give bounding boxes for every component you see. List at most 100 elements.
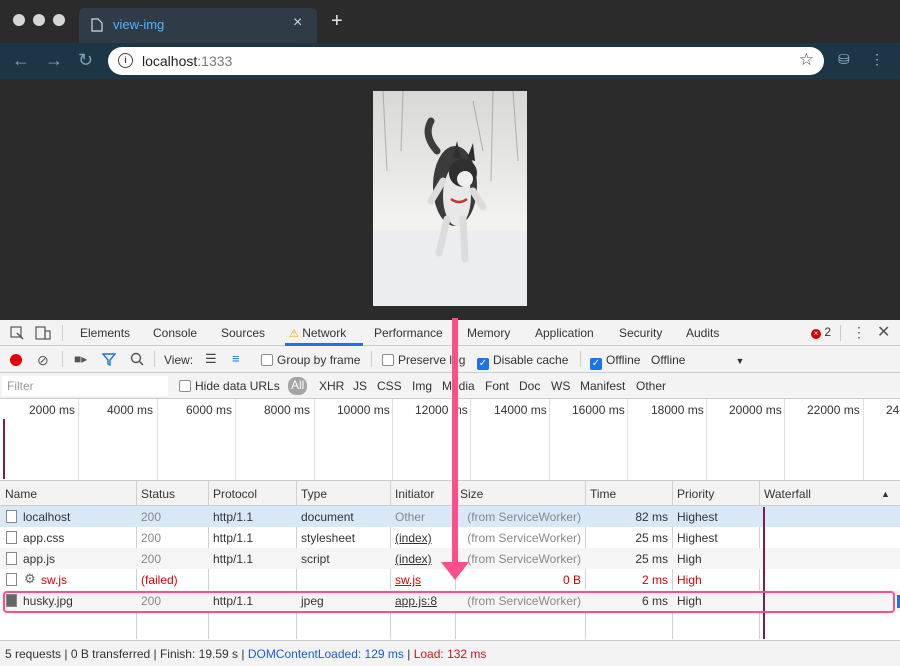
incognito-icon[interactable]: ⛁ xyxy=(838,51,850,68)
browser-tab[interactable]: view-img × xyxy=(79,8,317,43)
address-bar[interactable]: i localhost:1333 ☆ xyxy=(108,47,824,75)
column-header-size[interactable]: Size xyxy=(460,487,483,501)
request-initiator[interactable]: sw.js xyxy=(395,573,421,587)
filter-input[interactable]: Filter xyxy=(2,376,168,396)
tab-console[interactable]: Console xyxy=(153,326,197,340)
checkbox[interactable] xyxy=(261,354,273,366)
back-arrow-icon[interactable]: ← xyxy=(12,50,30,71)
grid-line xyxy=(235,399,236,480)
request-type: script xyxy=(301,552,330,566)
column-header-initiator[interactable]: Initiator xyxy=(395,487,434,501)
record-button[interactable] xyxy=(10,354,22,366)
document-icon xyxy=(6,573,17,586)
request-time: 25 ms xyxy=(635,531,668,545)
overview-waterfall-icon[interactable]: ≡ xyxy=(232,351,240,366)
tab-sources[interactable]: Sources xyxy=(221,326,265,340)
request-name: app.css xyxy=(23,531,65,545)
checkbox[interactable] xyxy=(382,354,394,366)
tab-memory[interactable]: Memory xyxy=(467,326,510,340)
request-status: 200 xyxy=(141,531,162,545)
column-header-priority[interactable]: Priority xyxy=(677,487,714,501)
request-name: app.js xyxy=(23,552,56,566)
new-tab-button[interactable]: + xyxy=(331,10,343,33)
request-initiator[interactable]: (index) xyxy=(395,531,432,545)
throttling-select[interactable]: Offline ▼ xyxy=(651,353,744,367)
close-devtools-icon[interactable]: ✕ xyxy=(877,322,890,342)
table-row-empty xyxy=(0,611,900,632)
filter-type-ws[interactable]: WS xyxy=(551,379,570,393)
table-row[interactable]: app.css 200 http/1.1 stylesheet (index) … xyxy=(0,527,900,548)
tab-audits[interactable]: Audits xyxy=(686,326,719,340)
request-size: (from ServiceWorker) xyxy=(467,510,581,524)
close-window-button[interactable] xyxy=(13,14,25,26)
error-counter[interactable]: × 2 xyxy=(811,325,831,339)
reload-icon[interactable]: ↻ xyxy=(78,50,93,71)
timeline-tick: 12000 ms xyxy=(415,403,468,417)
preserve-log-checkbox[interactable]: Preserve log xyxy=(382,353,465,367)
column-header-waterfall[interactable]: Waterfall xyxy=(764,487,811,501)
filter-type-all[interactable]: All xyxy=(288,377,308,395)
more-options-icon[interactable]: ⋮ xyxy=(852,324,866,341)
checkbox-checked[interactable]: ✓ xyxy=(590,358,602,370)
column-header-protocol[interactable]: Protocol xyxy=(213,487,257,501)
request-size: (from ServiceWorker) xyxy=(467,552,581,566)
bookmark-star-icon[interactable]: ☆ xyxy=(799,50,814,70)
search-icon[interactable] xyxy=(130,352,144,366)
dropdown-arrow-icon: ▼ xyxy=(735,356,745,366)
tab-application[interactable]: Application xyxy=(535,326,594,340)
tab-security[interactable]: Security xyxy=(619,326,662,340)
screenshot-camera-icon[interactable]: ■▸ xyxy=(74,352,87,366)
sort-ascending-icon[interactable]: ▲ xyxy=(881,489,890,499)
grid-line xyxy=(863,399,864,480)
inspect-element-icon[interactable] xyxy=(10,326,24,340)
menu-dots-icon[interactable]: ⋮ xyxy=(870,51,884,68)
table-row[interactable]: ⚙ sw.js (failed) sw.js 0 B 2 ms High xyxy=(0,569,900,590)
group-by-frame-checkbox[interactable]: Group by frame xyxy=(261,353,360,367)
column-header-time[interactable]: Time xyxy=(590,487,616,501)
minimize-window-button[interactable] xyxy=(33,14,45,26)
checkbox-checked[interactable]: ✓ xyxy=(477,358,489,370)
network-overview[interactable]: 2000 ms 4000 ms 6000 ms 8000 ms 10000 ms… xyxy=(0,399,900,481)
column-header-name[interactable]: Name xyxy=(5,487,37,501)
column-header-type[interactable]: Type xyxy=(301,487,327,501)
tab-performance[interactable]: Performance xyxy=(374,326,443,340)
document-icon xyxy=(6,552,17,565)
request-initiator[interactable]: (index) xyxy=(395,552,432,566)
filter-icon[interactable] xyxy=(102,353,116,366)
column-header-status[interactable]: Status xyxy=(141,487,175,501)
table-row[interactable]: localhost 200 http/1.1 document Other (f… xyxy=(0,506,900,527)
request-protocol: http/1.1 xyxy=(213,552,254,566)
table-row[interactable]: app.js 200 http/1.1 script (index) (from… xyxy=(0,548,900,569)
filter-type-other[interactable]: Other xyxy=(636,379,666,393)
tab-close-icon[interactable]: × xyxy=(293,14,302,32)
filter-type-manifest[interactable]: Manifest xyxy=(580,379,625,393)
request-status: (failed) xyxy=(141,573,178,587)
request-priority: Highest xyxy=(677,510,718,524)
info-icon[interactable]: i xyxy=(118,53,133,68)
disable-cache-checkbox[interactable]: ✓ Disable cache xyxy=(477,353,568,370)
device-toolbar-icon[interactable] xyxy=(35,325,51,341)
offline-checkbox[interactable]: ✓ Offline xyxy=(590,353,640,370)
network-summary-bar: 5 requests | 0 B transferred | Finish: 1… xyxy=(0,640,900,666)
filter-type-xhr[interactable]: XHR xyxy=(319,379,344,393)
filter-type-media[interactable]: Media xyxy=(442,379,475,393)
hide-data-urls-checkbox[interactable]: Hide data URLs xyxy=(179,379,280,393)
requests-table-header: Name Status Protocol Type Initiator Size… xyxy=(0,481,900,506)
clear-icon[interactable]: ⊘ xyxy=(37,352,49,369)
filter-type-img[interactable]: Img xyxy=(412,379,432,393)
filter-type-css[interactable]: CSS xyxy=(377,379,402,393)
request-time: 82 ms xyxy=(635,510,668,524)
forward-arrow-icon[interactable]: → xyxy=(45,50,63,71)
browser-titlebar: view-img × + xyxy=(0,0,900,43)
tab-elements[interactable]: Elements xyxy=(80,326,130,340)
tab-network[interactable]: ⚠ Network xyxy=(289,326,346,340)
filter-type-doc[interactable]: Doc xyxy=(519,379,540,393)
checkbox[interactable] xyxy=(179,380,191,392)
filter-type-js[interactable]: JS xyxy=(353,379,367,393)
filter-type-font[interactable]: Font xyxy=(485,379,509,393)
timeline-tick: 8000 ms xyxy=(264,403,311,417)
request-size: 0 B xyxy=(562,573,581,587)
request-priority: Highest xyxy=(677,531,718,545)
large-rows-icon[interactable]: ☰ xyxy=(205,351,217,367)
maximize-window-button[interactable] xyxy=(53,14,65,26)
